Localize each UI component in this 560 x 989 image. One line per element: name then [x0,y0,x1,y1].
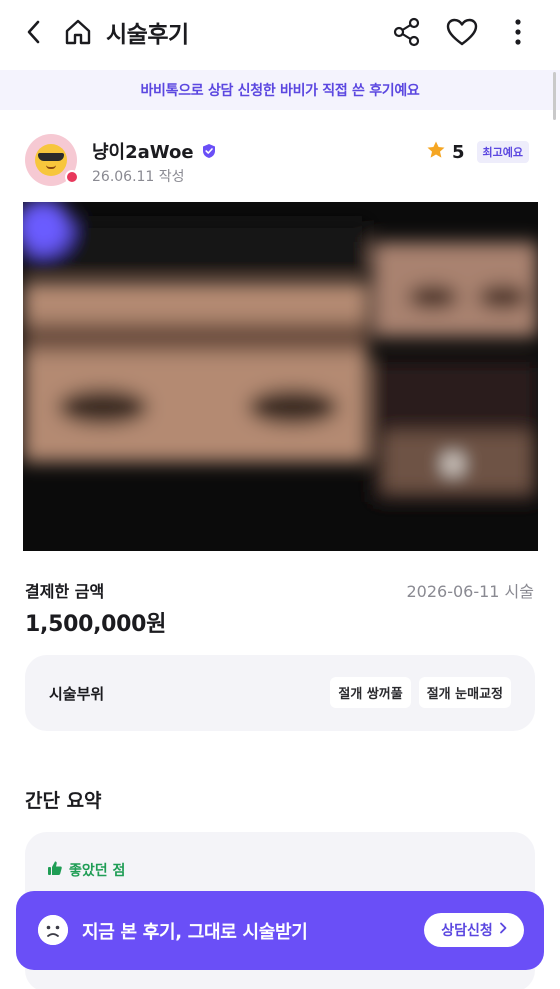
home-icon[interactable] [62,14,94,50]
procedure-chip[interactable]: 절개 쌍꺼풀 [330,677,411,708]
verified-icon [202,143,216,159]
chevron-right-icon [499,922,507,938]
sunglasses-emoji-icon [35,144,67,176]
good-points-header: 좋았던 점 [47,860,125,880]
procedure-date: 2026-06-11 시술 [406,582,534,601]
share-icon[interactable] [390,14,424,50]
avatar[interactable] [25,134,79,186]
reviewer-name-row: 냥이2aWoe [92,138,216,164]
good-points-label: 좋았던 점 [69,863,126,879]
info-banner: 바비톡으로 상담 신청한 바비가 직접 쓴 후기예요 [0,70,560,110]
payment-amount: 1,500,000원 [25,612,167,637]
back-icon[interactable] [18,14,50,50]
sad-face-icon [38,915,68,945]
procedure-area-chips: 절개 쌍꺼풀 절개 눈매교정 [330,677,511,708]
consult-cta-bar[interactable]: 지금 본 후기, 그대로 시술받기 상담신청 [16,891,544,970]
reviewer-name: 냥이2aWoe [92,142,194,163]
scrollbar[interactable] [553,72,556,120]
thumbs-up-icon [47,860,63,880]
procedure-chip[interactable]: 절개 눈매교정 [418,677,511,708]
page-title: 시술후기 [106,22,189,48]
procedure-area-label: 시술부위 [49,685,105,703]
top-app-bar: 시술후기 [0,0,560,66]
star-icon [426,140,446,164]
heart-icon[interactable] [444,14,480,50]
consult-request-label: 상담신청 [441,923,493,939]
cta-text: 지금 본 후기, 그대로 시술받기 [82,922,308,943]
more-icon[interactable] [505,14,531,50]
banner-text: 바비톡으로 상담 신청한 바비가 직접 쓴 후기예요 [140,83,420,99]
consult-request-button[interactable]: 상담신청 [424,913,524,947]
procedure-area-card: 시술부위 절개 쌍꺼풀 절개 눈매교정 [25,655,535,731]
rating: 5 최고예요 [426,140,530,164]
review-date: 26.06.11 작성 [92,169,185,185]
payment-label: 결제한 금액 [25,582,105,601]
rating-badge: 최고예요 [476,141,530,163]
rating-value: 5 [452,141,465,163]
summary-title: 간단 요약 [25,790,102,812]
review-photo[interactable] [23,202,538,551]
crown-badge-icon [65,170,79,184]
